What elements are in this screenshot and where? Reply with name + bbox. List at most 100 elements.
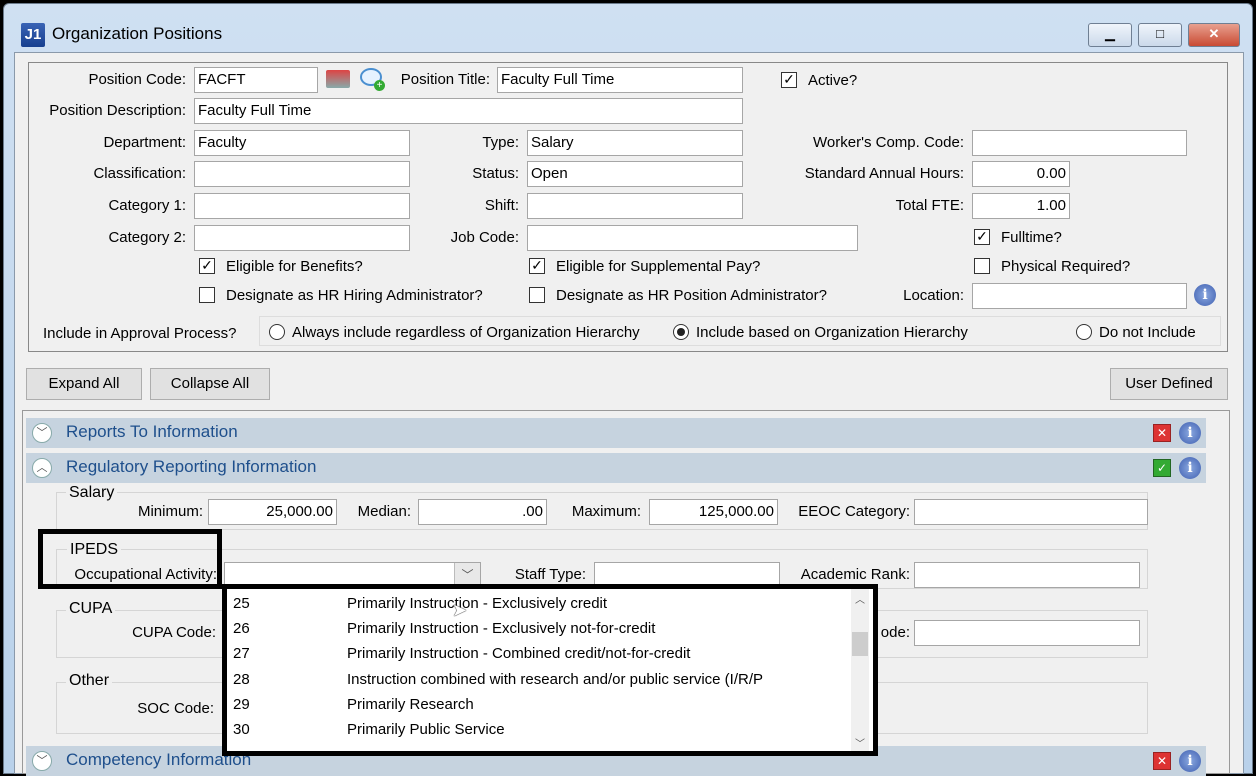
- eligible-supp-checkbox[interactable]: ✓: [529, 258, 545, 274]
- approval-none-radio[interactable]: [1076, 324, 1092, 340]
- status-input[interactable]: Open: [527, 161, 743, 187]
- code-input[interactable]: [914, 620, 1140, 646]
- shift-input[interactable]: [527, 193, 743, 219]
- annual-hours-input[interactable]: 0.00: [972, 161, 1070, 187]
- approval-none-label: Do not Include: [1099, 324, 1196, 341]
- ipeds-group-title: IPEDS: [67, 541, 122, 559]
- location-input[interactable]: [972, 283, 1187, 309]
- physical-label: Physical Required?: [1001, 258, 1131, 275]
- info-icon[interactable]: i: [1179, 750, 1201, 772]
- expand-all-button[interactable]: Expand All: [26, 368, 142, 400]
- job-code-input[interactable]: [527, 225, 858, 251]
- other-group-title: Other: [66, 672, 113, 690]
- option-code: 28: [233, 671, 250, 688]
- section-regulatory[interactable]: ︿ Regulatory Reporting Information: [26, 453, 1206, 483]
- info-icon[interactable]: i: [1179, 422, 1201, 444]
- user-defined-button[interactable]: User Defined: [1110, 368, 1228, 400]
- category2-input[interactable]: [194, 225, 410, 251]
- academic-rank-input[interactable]: [914, 562, 1140, 588]
- staff-type-label: Staff Type:: [514, 566, 586, 583]
- cupa-code-label: CUPA Code:: [132, 624, 216, 641]
- expand-chevron-icon[interactable]: ﹀: [32, 423, 52, 443]
- minimum-input[interactable]: 25,000.00: [208, 499, 337, 525]
- active-label: Active?: [808, 72, 858, 89]
- option-code: 27: [233, 645, 250, 662]
- median-input[interactable]: .00: [418, 499, 547, 525]
- location-label: Location:: [903, 287, 964, 304]
- incomplete-status-icon: ✕: [1153, 424, 1171, 442]
- eligible-benefits-label: Eligible for Benefits?: [226, 258, 363, 275]
- workers-comp-label: Worker's Comp. Code:: [813, 134, 964, 151]
- info-icon[interactable]: i: [1194, 284, 1216, 306]
- position-code-input[interactable]: FACFT: [194, 67, 318, 93]
- maximum-label: Maximum:: [571, 503, 641, 520]
- close-button[interactable]: ✕: [1188, 23, 1240, 47]
- description-input[interactable]: Faculty Full Time: [194, 98, 743, 124]
- expand-chevron-icon[interactable]: ﹀: [32, 751, 52, 771]
- option-description: Primarily Instruction - Exclusively not-…: [347, 620, 656, 637]
- type-input[interactable]: Salary: [527, 130, 743, 156]
- hr-hiring-label: Designate as HR Hiring Administrator?: [226, 287, 483, 304]
- collapse-chevron-icon[interactable]: ︿: [32, 458, 52, 478]
- scroll-up-icon[interactable]: ︿: [851, 591, 869, 606]
- code-label: ode:: [880, 624, 910, 641]
- department-label: Department:: [103, 134, 186, 151]
- hr-hiring-checkbox[interactable]: [199, 287, 215, 303]
- approval-always-radio[interactable]: [269, 324, 285, 340]
- approval-hierarchy-radio[interactable]: [673, 324, 689, 340]
- fulltime-checkbox[interactable]: ✓: [974, 229, 990, 245]
- app-logo-icon: J1: [21, 23, 45, 47]
- plus-icon: +: [374, 80, 385, 91]
- lookup-icon[interactable]: [326, 70, 350, 88]
- info-icon[interactable]: i: [1179, 457, 1201, 479]
- description-label: Position Description:: [49, 102, 186, 119]
- workers-comp-input[interactable]: [972, 130, 1187, 156]
- category1-input[interactable]: [194, 193, 410, 219]
- maximize-button[interactable]: □: [1138, 23, 1182, 47]
- shift-label: Shift:: [484, 197, 519, 214]
- occupational-activity-label: Occupational Activity:: [74, 566, 217, 583]
- occupational-activity-dropdown: 25 Primarily Instruction - Exclusively cr…: [222, 584, 878, 756]
- active-checkbox[interactable]: ✓: [781, 72, 797, 88]
- eeoc-label: EEOC Category:: [798, 503, 910, 520]
- classification-label: Classification:: [93, 165, 186, 182]
- option-description: Primarily Public Service: [347, 721, 505, 738]
- dropdown-scrollbar[interactable]: ︿ ﹀: [851, 589, 869, 751]
- minimize-button[interactable]: ▁: [1088, 23, 1132, 47]
- position-title-input[interactable]: Faculty Full Time: [497, 67, 743, 93]
- eligible-supp-label: Eligible for Supplemental Pay?: [556, 258, 761, 275]
- option-description: Instruction combined with research and/o…: [347, 671, 764, 688]
- window-title: Organization Positions: [52, 24, 223, 43]
- scrollbar-thumb[interactable]: [852, 632, 868, 656]
- minimum-label: Minimum:: [137, 503, 203, 520]
- category1-label: Category 1:: [108, 197, 186, 214]
- scroll-down-icon[interactable]: ﹀: [851, 735, 869, 750]
- maximum-input[interactable]: 125,000.00: [649, 499, 778, 525]
- collapse-all-button[interactable]: Collapse All: [150, 368, 270, 400]
- total-fte-label: Total FTE:: [895, 197, 964, 214]
- physical-checkbox[interactable]: [974, 258, 990, 274]
- classification-input[interactable]: [194, 161, 410, 187]
- section-reports-to[interactable]: ﹀ Reports To Information: [26, 418, 1206, 448]
- option-description: Primarily Research: [347, 696, 474, 713]
- position-code-label: Position Code:: [88, 71, 186, 88]
- approval-label: Include in Approval Process?: [43, 325, 237, 342]
- department-input[interactable]: Faculty: [194, 130, 410, 156]
- approval-always-label: Always include regardless of Organizatio…: [292, 324, 640, 341]
- option-code: 25: [233, 595, 250, 612]
- hr-position-label: Designate as HR Position Administrator?: [556, 287, 827, 304]
- hr-position-checkbox[interactable]: [529, 287, 545, 303]
- position-title-label: Position Title:: [400, 71, 490, 88]
- salary-group-title: Salary: [66, 484, 118, 502]
- option-code: 29: [233, 696, 250, 713]
- eligible-benefits-checkbox[interactable]: ✓: [199, 258, 215, 274]
- status-label: Status:: [472, 165, 519, 182]
- approval-hierarchy-label: Include based on Organization Hierarchy: [696, 324, 968, 341]
- total-fte-input[interactable]: 1.00: [972, 193, 1070, 219]
- academic-rank-label: Academic Rank:: [800, 566, 910, 583]
- eeoc-input[interactable]: [914, 499, 1148, 525]
- option-code: 30: [233, 721, 250, 738]
- type-label: Type:: [482, 134, 519, 151]
- cupa-group-title: CUPA: [66, 600, 116, 618]
- category2-label: Category 2:: [108, 229, 186, 246]
